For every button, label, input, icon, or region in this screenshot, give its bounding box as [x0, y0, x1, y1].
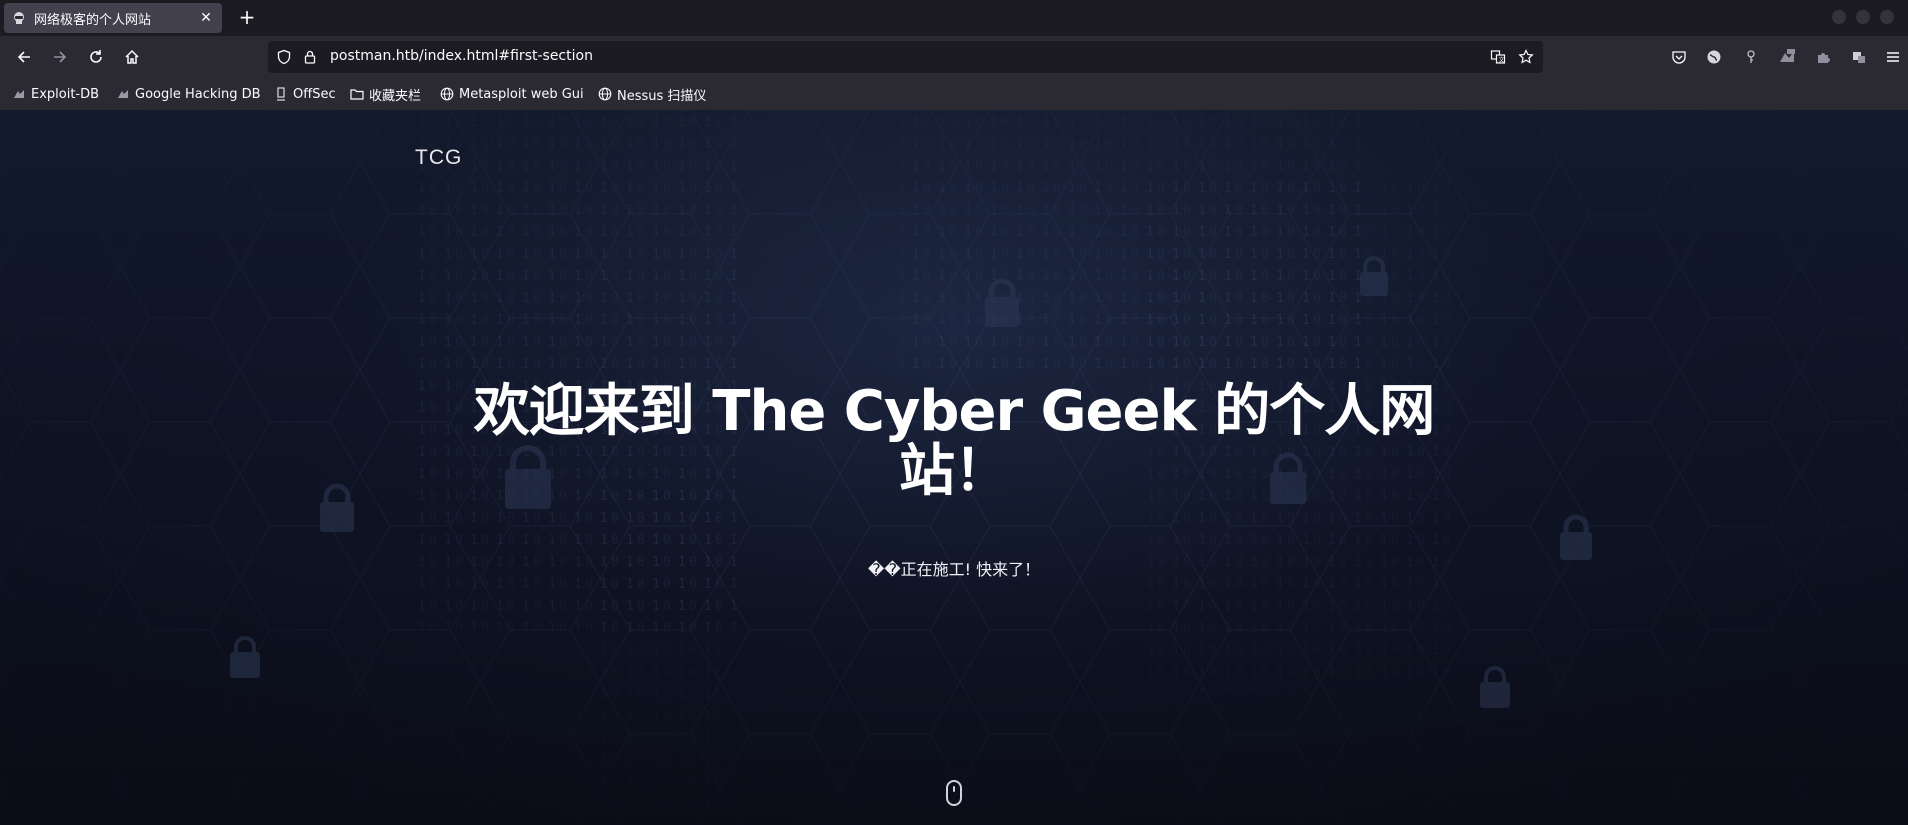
reload-icon [90, 50, 102, 63]
hacker-icon [12, 11, 26, 25]
new-tab-button[interactable]: + [236, 5, 258, 29]
url-bar[interactable]: postman.htb/index.html#first-section 文 [268, 41, 1543, 73]
page-content: 1 0 [0, 110, 1908, 825]
bookmark-label: Google Hacking DB [135, 86, 261, 102]
scroll-down-mouse-icon[interactable] [946, 780, 962, 806]
hero-title: 欢迎来到 The Cyber Geek 的个人网 站！ [440, 382, 1468, 502]
bookmark-exploit-db[interactable]: Exploit-DB [12, 85, 99, 103]
bookmarks-toolbar: Exploit-DB Google Hacking DB OffSec 收藏夹栏… [0, 78, 1908, 110]
close-tab-icon[interactable]: ✕ [198, 10, 214, 26]
star-bookmark-icon[interactable] [1518, 49, 1534, 65]
bookmark-label: 收藏夹栏 [369, 88, 422, 104]
bookmark-label: Metasploit web Gui [459, 86, 584, 102]
scroll-wheel [953, 786, 955, 792]
maximize-button[interactable] [1856, 10, 1870, 24]
tab-strip: 网络极客的个人网站 ✕ + [0, 0, 1908, 36]
arrow-left-icon [17, 51, 30, 63]
minimize-button[interactable] [1832, 10, 1846, 24]
hero-subtitle: ��正在施工! 快来了！ [867, 560, 1041, 579]
container-icon[interactable] [1850, 48, 1868, 66]
navigation-toolbar: postman.htb/index.html#first-section 文 [0, 36, 1908, 78]
bookmark-label: Exploit-DB [31, 86, 100, 102]
hero-title-line-2: 站！ [899, 439, 1010, 504]
puzzle-icon[interactable] [1814, 48, 1832, 66]
forward-button[interactable] [46, 44, 74, 70]
tab-active[interactable]: 网络极客的个人网站 ✕ [4, 3, 222, 33]
arrow-right-icon [54, 51, 67, 63]
shield-icon[interactable] [276, 49, 292, 65]
bookmark-google-hacking-db[interactable]: Google Hacking DB [116, 85, 261, 103]
foxyproxy-icon[interactable] [1778, 48, 1796, 66]
tab-title: 网络极客的个人网站 [34, 12, 152, 28]
lock-icon[interactable] [302, 49, 318, 65]
bookmark-nessus[interactable]: Nessus 扫描仪 [598, 85, 707, 104]
folder-icon [350, 87, 364, 101]
key-icon[interactable] [1742, 48, 1760, 66]
pocket-icon[interactable] [1670, 48, 1688, 66]
window-controls [1832, 10, 1894, 24]
bookmark-offsec[interactable]: OffSec [274, 85, 336, 103]
menu-icon[interactable] [1884, 48, 1902, 66]
home-button[interactable] [118, 44, 146, 70]
exploit-db-icon [12, 87, 26, 101]
hero-title-line-1: 欢迎来到 The Cyber Geek 的个人网 [473, 379, 1435, 444]
close-window-button[interactable] [1880, 10, 1894, 24]
extension-globe-icon[interactable] [1705, 48, 1723, 66]
svg-text:文: 文 [1499, 56, 1505, 64]
offsec-icon [274, 87, 288, 101]
bookmark-label: Nessus 扫描仪 [617, 88, 707, 104]
translate-icon[interactable]: 文 [1490, 49, 1506, 65]
bookmark-label: OffSec [293, 86, 336, 102]
ghdb-icon [116, 87, 130, 101]
reload-button[interactable] [82, 44, 110, 70]
url-text[interactable]: postman.htb/index.html#first-section [330, 48, 593, 64]
globe-icon [440, 87, 454, 101]
globe-icon [598, 87, 612, 101]
back-button[interactable] [10, 44, 38, 70]
bookmark-metasploit[interactable]: Metasploit web Gui [440, 85, 584, 103]
site-brand[interactable]: TCG [415, 146, 462, 170]
home-icon [125, 49, 139, 64]
browser-window: 网络极客的个人网站 ✕ + postman.htb/index.html#fir… [0, 0, 1908, 825]
bookmark-folder-favorites[interactable]: 收藏夹栏 [350, 85, 422, 104]
